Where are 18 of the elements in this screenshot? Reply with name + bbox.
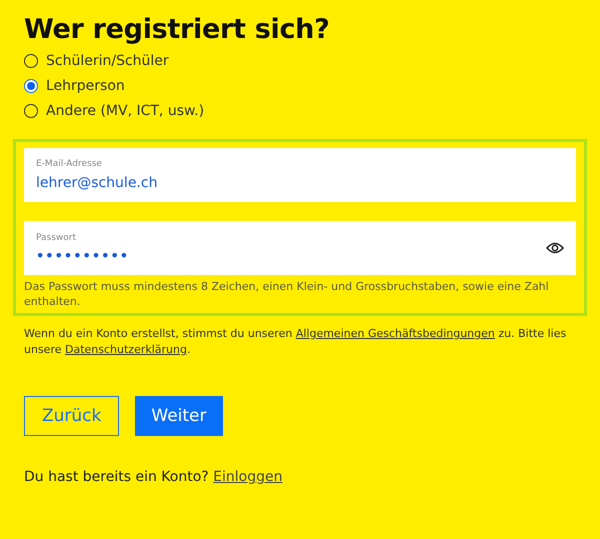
eye-icon[interactable] bbox=[546, 241, 564, 255]
terms-link[interactable]: Allgemeinen Geschäftsbedingungen bbox=[296, 327, 495, 340]
login-link[interactable]: Einloggen bbox=[213, 469, 282, 485]
privacy-link[interactable]: Datenschutzerklärung bbox=[65, 343, 187, 356]
password-hint: Das Passwort muss mindestens 8 Zeichen, einen Klein- und Grossbruchstaben, sowie eine Zahl enthalten. bbox=[24, 279, 550, 309]
radio-button[interactable] bbox=[24, 104, 38, 118]
back-button[interactable]: Zurück bbox=[24, 396, 120, 436]
radio-button[interactable] bbox=[24, 54, 38, 68]
radio-label[interactable]: Andere (MV, ICT, usw.) bbox=[46, 103, 204, 119]
page-heading: Wer registriert sich? bbox=[24, 14, 330, 45]
next-button[interactable]: Weiter bbox=[135, 396, 222, 436]
password-field[interactable]: Passwort •••••••••• bbox=[24, 221, 576, 275]
terms-notice: Wenn du ein Konto erstellst, stimmst du unseren Allgemeinen Geschäftsbedingungen zu. Bitte lies unsere Datenschutzerklärung. bbox=[24, 326, 568, 358]
login-prompt: Du hast bereits ein Konto? Einloggen bbox=[24, 469, 284, 485]
radio-label[interactable]: Schülerin/Schüler bbox=[46, 53, 169, 69]
radio-label[interactable]: Lehrperson bbox=[46, 78, 125, 94]
email-field[interactable]: E-Mail-Adresse lehrer@schule.ch bbox=[24, 148, 576, 202]
radio-button[interactable] bbox=[24, 79, 38, 93]
